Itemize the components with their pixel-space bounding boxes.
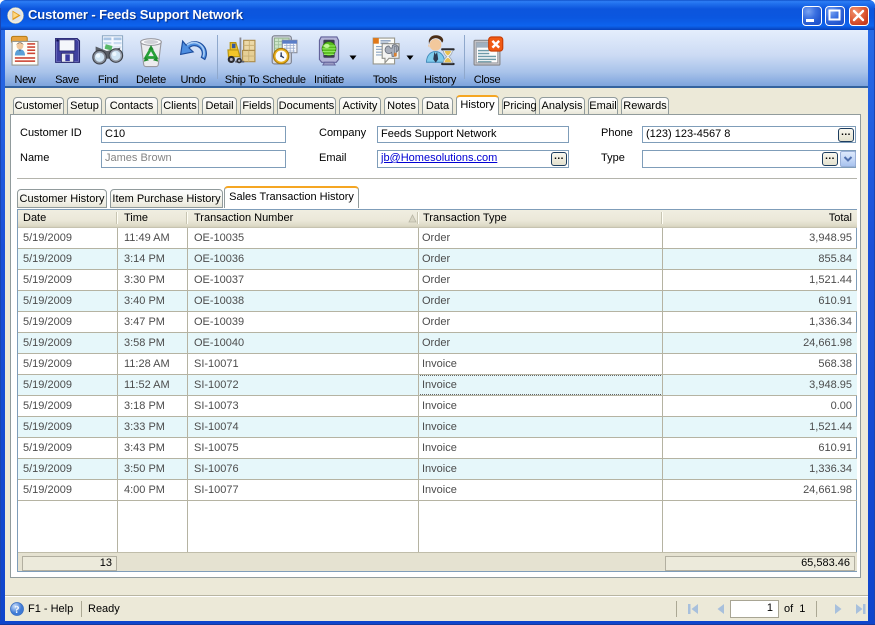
svg-text:?: ? xyxy=(15,605,20,616)
